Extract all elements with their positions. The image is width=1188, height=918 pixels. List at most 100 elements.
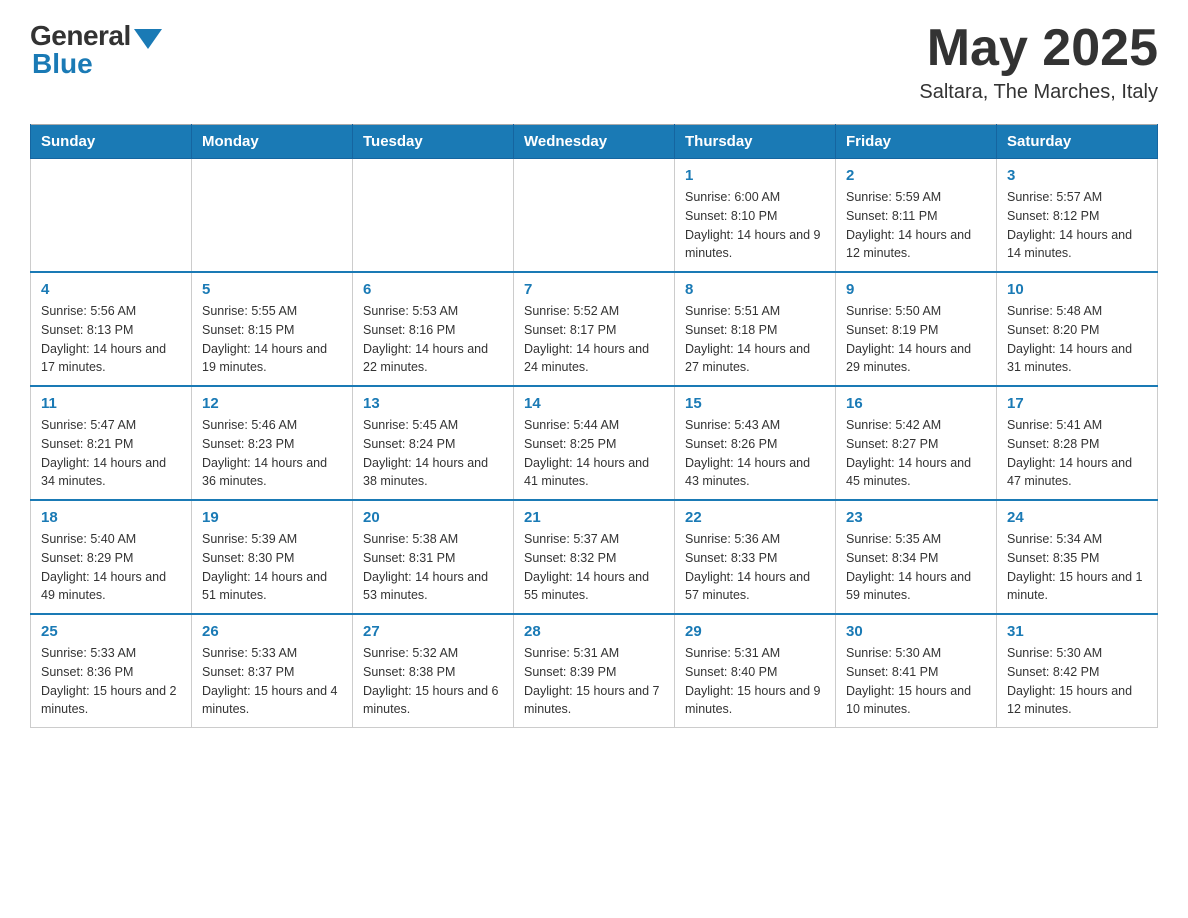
day-info: Sunrise: 5:41 AMSunset: 8:28 PMDaylight:… [1007,416,1147,491]
day-number: 11 [41,395,181,412]
day-number: 4 [41,281,181,298]
calendar-cell: 17Sunrise: 5:41 AMSunset: 8:28 PMDayligh… [997,386,1158,500]
calendar-cell: 11 Sunrise: 5:47 AMSunset: 8:21 PMDayligh… [31,386,192,500]
calendar-cell [192,159,353,273]
day-number: 26 [202,623,342,640]
day-number: 15 [685,395,825,412]
day-info: Sunrise: 5:34 AMSunset: 8:35 PMDaylight:… [1007,530,1147,605]
header-cell-tuesday: Tuesday [353,125,514,159]
day-number: 7 [524,281,664,298]
calendar-cell: 27Sunrise: 5:32 AMSunset: 8:38 PMDayligh… [353,614,514,728]
header-row: SundayMondayTuesdayWednesdayThursdayFrid… [31,125,1158,159]
title-section: May 2025 Saltara, The Marches, Italy [919,20,1158,104]
calendar-cell: 14 Sunrise: 5:44 AMSunset: 8:25 PMDayligh… [514,386,675,500]
header-cell-thursday: Thursday [675,125,836,159]
calendar-table: SundayMondayTuesdayWednesdayThursdayFrid… [30,124,1158,728]
day-info: Sunrise: 5:42 AMSunset: 8:27 PMDaylight:… [846,416,986,491]
day-info: Sunrise: 5:30 AMSunset: 8:42 PMDaylight:… [1007,644,1147,719]
day-number: 31 [1007,623,1147,640]
day-info: Sunrise: 5:57 AMSunset: 8:12 PMDaylight:… [1007,188,1147,263]
day-number: 25 [41,623,181,640]
calendar-cell: 22 Sunrise: 5:36 AMSunset: 8:33 PMDayligh… [675,500,836,614]
month-title: May 2025 [919,20,1158,77]
day-info: Sunrise: 5:56 AMSunset: 8:13 PMDaylight:… [41,302,181,377]
calendar-week-1: 1Sunrise: 6:00 AMSunset: 8:10 PMDaylight… [31,159,1158,273]
day-info: Sunrise: 5:31 AMSunset: 8:39 PMDaylight:… [524,644,664,719]
day-info: Sunrise: 5:55 AMSunset: 8:15 PMDaylight:… [202,302,342,377]
day-info: Sunrise: 5:59 AMSunset: 8:11 PMDaylight:… [846,188,986,263]
day-info: Sunrise: 5:39 AMSunset: 8:30 PMDaylight:… [202,530,342,605]
header-cell-saturday: Saturday [997,125,1158,159]
day-info: Sunrise: 5:30 AMSunset: 8:41 PMDaylight:… [846,644,986,719]
calendar-cell: 30Sunrise: 5:30 AMSunset: 8:41 PMDayligh… [836,614,997,728]
calendar-cell: 25 Sunrise: 5:33 AMSunset: 8:36 PMDayligh… [31,614,192,728]
calendar-cell: 20 Sunrise: 5:38 AMSunset: 8:31 PMDayligh… [353,500,514,614]
day-number: 13 [363,395,503,412]
calendar-cell: 18Sunrise: 5:40 AMSunset: 8:29 PMDayligh… [31,500,192,614]
calendar-cell: 4 Sunrise: 5:56 AMSunset: 8:13 PMDaylight… [31,272,192,386]
calendar-cell: 31 Sunrise: 5:30 AMSunset: 8:42 PMDayligh… [997,614,1158,728]
day-info: Sunrise: 5:50 AMSunset: 8:19 PMDaylight:… [846,302,986,377]
header-cell-friday: Friday [836,125,997,159]
logo: General Blue [30,20,162,80]
calendar-cell: 7 Sunrise: 5:52 AMSunset: 8:17 PMDaylight… [514,272,675,386]
page-header: General Blue May 2025 Saltara, The March… [30,20,1158,104]
day-info: Sunrise: 5:52 AMSunset: 8:17 PMDaylight:… [524,302,664,377]
day-info: Sunrise: 5:43 AMSunset: 8:26 PMDaylight:… [685,416,825,491]
calendar-header: SundayMondayTuesdayWednesdayThursdayFrid… [31,125,1158,159]
day-info: Sunrise: 5:33 AMSunset: 8:36 PMDaylight:… [41,644,181,719]
calendar-cell: 26Sunrise: 5:33 AMSunset: 8:37 PMDayligh… [192,614,353,728]
day-info: Sunrise: 5:37 AMSunset: 8:32 PMDaylight:… [524,530,664,605]
calendar-cell: 10Sunrise: 5:48 AMSunset: 8:20 PMDayligh… [997,272,1158,386]
day-number: 12 [202,395,342,412]
day-number: 23 [846,509,986,526]
day-info: Sunrise: 5:47 AMSunset: 8:21 PMDaylight:… [41,416,181,491]
calendar-cell: 9 Sunrise: 5:50 AMSunset: 8:19 PMDaylight… [836,272,997,386]
calendar-cell: 13 Sunrise: 5:45 AMSunset: 8:24 PMDayligh… [353,386,514,500]
calendar-cell: 21 Sunrise: 5:37 AMSunset: 8:32 PMDayligh… [514,500,675,614]
day-info: Sunrise: 5:40 AMSunset: 8:29 PMDaylight:… [41,530,181,605]
header-cell-sunday: Sunday [31,125,192,159]
calendar-cell [353,159,514,273]
calendar-week-2: 4 Sunrise: 5:56 AMSunset: 8:13 PMDaylight… [31,272,1158,386]
day-number: 22 [685,509,825,526]
calendar-week-3: 11 Sunrise: 5:47 AMSunset: 8:21 PMDayligh… [31,386,1158,500]
calendar-week-5: 25 Sunrise: 5:33 AMSunset: 8:36 PMDayligh… [31,614,1158,728]
logo-arrow-icon [134,29,162,49]
day-info: Sunrise: 5:32 AMSunset: 8:38 PMDaylight:… [363,644,503,719]
day-info: Sunrise: 5:36 AMSunset: 8:33 PMDaylight:… [685,530,825,605]
calendar-cell: 12 Sunrise: 5:46 AMSunset: 8:23 PMDayligh… [192,386,353,500]
day-info: Sunrise: 5:38 AMSunset: 8:31 PMDaylight:… [363,530,503,605]
calendar-cell: 2 Sunrise: 5:59 AMSunset: 8:11 PMDaylight… [836,159,997,273]
day-info: Sunrise: 5:44 AMSunset: 8:25 PMDaylight:… [524,416,664,491]
calendar-cell: 3Sunrise: 5:57 AMSunset: 8:12 PMDaylight… [997,159,1158,273]
day-info: Sunrise: 5:48 AMSunset: 8:20 PMDaylight:… [1007,302,1147,377]
day-number: 21 [524,509,664,526]
calendar-cell: 6 Sunrise: 5:53 AMSunset: 8:16 PMDaylight… [353,272,514,386]
calendar-cell: 19Sunrise: 5:39 AMSunset: 8:30 PMDayligh… [192,500,353,614]
day-info: Sunrise: 5:51 AMSunset: 8:18 PMDaylight:… [685,302,825,377]
day-info: Sunrise: 5:31 AMSunset: 8:40 PMDaylight:… [685,644,825,719]
day-number: 8 [685,281,825,298]
calendar-cell: 15 Sunrise: 5:43 AMSunset: 8:26 PMDayligh… [675,386,836,500]
calendar-cell: 16 Sunrise: 5:42 AMSunset: 8:27 PMDayligh… [836,386,997,500]
calendar-cell: 5 Sunrise: 5:55 AMSunset: 8:15 PMDaylight… [192,272,353,386]
day-number: 28 [524,623,664,640]
day-number: 5 [202,281,342,298]
day-number: 20 [363,509,503,526]
day-info: Sunrise: 5:45 AMSunset: 8:24 PMDaylight:… [363,416,503,491]
day-number: 6 [363,281,503,298]
day-info: Sunrise: 6:00 AMSunset: 8:10 PMDaylight:… [685,188,825,263]
calendar-cell: 28 Sunrise: 5:31 AMSunset: 8:39 PMDayligh… [514,614,675,728]
day-number: 9 [846,281,986,298]
day-number: 14 [524,395,664,412]
day-number: 2 [846,167,986,184]
calendar-cell: 8 Sunrise: 5:51 AMSunset: 8:18 PMDaylight… [675,272,836,386]
day-info: Sunrise: 5:53 AMSunset: 8:16 PMDaylight:… [363,302,503,377]
day-number: 16 [846,395,986,412]
calendar-body: 1Sunrise: 6:00 AMSunset: 8:10 PMDaylight… [31,159,1158,728]
day-info: Sunrise: 5:46 AMSunset: 8:23 PMDaylight:… [202,416,342,491]
calendar-cell [31,159,192,273]
calendar-cell: 23Sunrise: 5:35 AMSunset: 8:34 PMDayligh… [836,500,997,614]
header-cell-monday: Monday [192,125,353,159]
